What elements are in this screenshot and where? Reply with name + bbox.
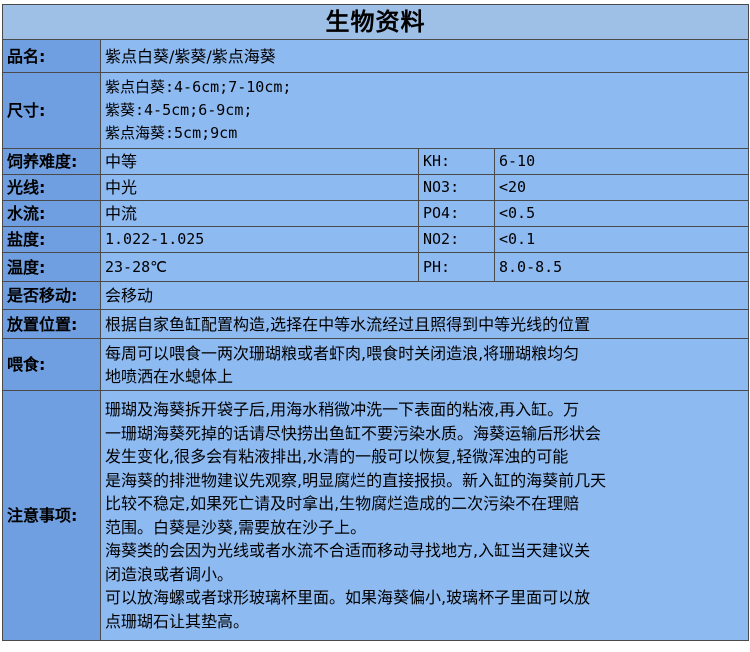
no2-label: NO2:: [418, 226, 495, 253]
ph-label: PH:: [418, 252, 495, 282]
salinity-value: 1.022-1.025: [100, 226, 419, 253]
size-value: 紫点白葵:4-6cm;7-10cm; 紫葵:4-5cm;6-9cm; 紫点海葵:…: [100, 72, 749, 149]
flow-label: 水流:: [2, 200, 101, 227]
notes-line: 是海葵的排泄物建议先观察,明显腐烂的直接报损。新入缸的海葵前几天: [105, 470, 607, 490]
species-info-table: 生物资料 品名: 紫点白葵/紫葵/紫点海葵 尺寸: 紫点白葵:4-6cm;7-1…: [2, 4, 749, 641]
notes-line: 范围。白葵是沙葵,需要放在沙子上。: [105, 517, 367, 537]
notes-label: 注意事项:: [2, 390, 101, 641]
notes-line: 珊瑚及海葵拆开袋子后,用海水稍微冲洗一下表面的粘液,再入缸。万: [105, 400, 580, 419]
feeding-line: 地喷洒在水螅体上: [105, 366, 234, 386]
kh-label: KH:: [418, 148, 495, 175]
difficulty-label: 饲养难度:: [2, 148, 101, 175]
no3-value: <20: [494, 174, 749, 201]
notes-line: 闭造浪或者调小。: [105, 564, 234, 584]
notes-line: 发生变化,很多会有粘液排出,水清的一般可以恢复,轻微浑浊的可能: [105, 447, 569, 466]
kh-value: 6-10: [494, 148, 749, 175]
placement-value: 根据自家鱼缸配置构造,选择在中等水流经过且照得到中等光线的位置: [100, 309, 749, 339]
ph-value: 8.0-8.5: [494, 252, 749, 282]
temperature-label: 温度:: [2, 252, 101, 282]
size-label: 尺寸:: [2, 72, 101, 149]
notes-line: 比较不稳定,如果死亡请及时拿出,生物腐烂造成的二次污染不在理赔: [105, 494, 580, 513]
notes-line: 海葵类的会因为光线或者水流不合适而移动寻找地方,入缸当天建议关: [105, 541, 591, 560]
placement-label: 放置位置:: [2, 309, 101, 339]
name-value: 紫点白葵/紫葵/紫点海葵: [100, 39, 749, 73]
light-value: 中光: [100, 174, 419, 201]
size-line: 紫点海葵:5cm;9cm: [105, 124, 238, 142]
size-line: 紫点白葵:4-6cm;7-10cm;: [105, 78, 292, 96]
notes-value: 珊瑚及海葵拆开袋子后,用海水稍微冲洗一下表面的粘液,再入缸。万 一珊瑚海葵死掉的…: [100, 390, 749, 641]
po4-value: <0.5: [494, 200, 749, 227]
no3-label: NO3:: [418, 174, 495, 201]
spec-sheet: 生物资料 品名: 紫点白葵/紫葵/紫点海葵 尺寸: 紫点白葵:4-6cm;7-1…: [0, 0, 750, 652]
feeding-value: 每周可以喂食一两次珊瑚粮或者虾肉,喂食时关闭造浪,将珊瑚粮均匀 地喷洒在水螅体上: [100, 338, 749, 391]
no2-value: <0.1: [494, 226, 749, 253]
light-label: 光线:: [2, 174, 101, 201]
notes-line: 一珊瑚海葵死掉的话请尽快捞出鱼缸不要污染水质。海葵运输后形状会: [105, 423, 602, 443]
size-line: 紫葵:4-5cm;6-9cm;: [105, 101, 253, 119]
temperature-value: 23-28℃: [100, 252, 419, 282]
moving-value: 会移动: [100, 281, 749, 310]
sheet-title: 生物资料: [2, 4, 749, 40]
moving-label: 是否移动:: [2, 281, 101, 310]
po4-label: PO4:: [418, 200, 495, 227]
name-label: 品名:: [2, 39, 101, 73]
difficulty-value: 中等: [100, 148, 419, 175]
flow-value: 中流: [100, 200, 419, 227]
salinity-label: 盐度:: [2, 226, 101, 253]
feeding-label: 喂食:: [2, 338, 101, 391]
notes-line: 可以放海螺或者球形玻璃杯里面。如果海葵偏小,玻璃杯子里面可以放: [105, 588, 591, 607]
notes-line: 点珊瑚石让其垫高。: [105, 611, 250, 631]
feeding-line: 每周可以喂食一两次珊瑚粮或者虾肉,喂食时关闭造浪,将珊瑚粮均匀: [105, 343, 580, 363]
